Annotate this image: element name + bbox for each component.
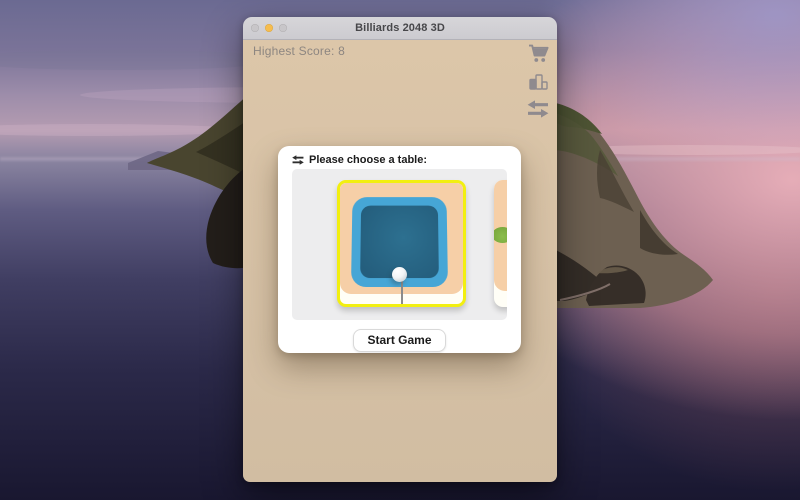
highest-score-label: Highest Score: (253, 44, 335, 58)
dialog-prompt: Please choose a table: (309, 154, 427, 166)
highest-score: Highest Score: 8 (253, 44, 345, 58)
window-title: Billiards 2048 3D (355, 22, 445, 34)
table-carousel[interactable] (292, 169, 507, 320)
table-card-blue[interactable] (337, 180, 466, 307)
toolbar-icon-column (527, 44, 549, 118)
highest-score-value: 8 (338, 44, 345, 58)
aim-line (401, 280, 403, 304)
green-spot (494, 227, 507, 243)
cue-ball (392, 267, 407, 282)
start-game-button[interactable]: Start Game (353, 329, 445, 352)
swap-icon[interactable] (527, 100, 549, 118)
table-card-next[interactable] (494, 180, 507, 307)
app-window: Billiards 2048 3D Highest Score: 8 (243, 17, 557, 482)
zoom-button[interactable] (279, 24, 287, 32)
leaderboard-icon[interactable] (529, 74, 548, 90)
titlebar[interactable]: Billiards 2048 3D (243, 17, 557, 40)
dialog-footer: Start Game (278, 320, 521, 352)
close-button[interactable] (251, 24, 259, 32)
game-content: Highest Score: 8 (243, 40, 557, 482)
traffic-lights (251, 17, 287, 39)
swap-icon (292, 155, 304, 165)
minimize-button[interactable] (265, 24, 273, 32)
dialog-header: Please choose a table: (292, 153, 507, 166)
cart-icon[interactable] (528, 44, 549, 64)
choose-table-dialog: Please choose a table: (278, 146, 521, 353)
